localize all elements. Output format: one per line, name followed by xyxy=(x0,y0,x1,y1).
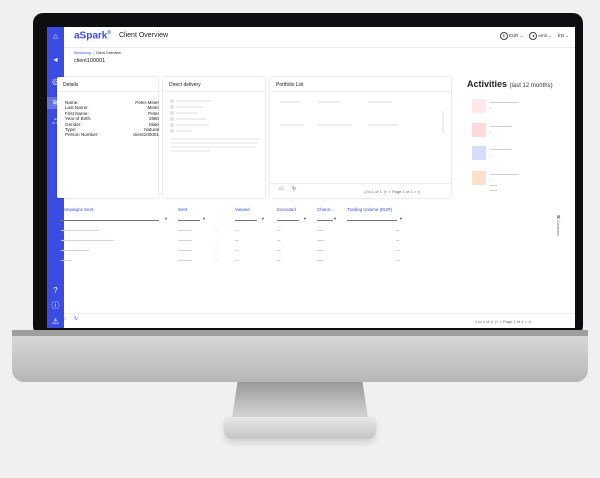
filter-executed[interactable] xyxy=(277,215,299,221)
col-header-campaign[interactable]: Campaigns Sent xyxy=(60,207,93,212)
col-header-executed[interactable]: Executed xyxy=(277,207,296,212)
channel-dot xyxy=(170,99,174,103)
header-controls: $ EUR ⌄ ● emil ⌄ EN ⌄ xyxy=(499,32,569,40)
monitor-stand-base xyxy=(224,417,376,439)
top-bar: aSpark® Client Overview $ EUR ⌄ ● emil ⌄ E… xyxy=(64,27,575,48)
campaigns-pager: 1 to 4 of 4 |< < Page 1 of 1 > >| xyxy=(475,319,532,324)
monitor-chin-edge xyxy=(12,330,588,336)
filter-menu-icon[interactable]: ▼ xyxy=(202,216,206,221)
activity-label: ▬▬▬▬▬▬ xyxy=(490,124,512,128)
table-row[interactable]: ▬▬▬▬▬▬▬▬▬▬▬ ▬▬▬▬ ▭ ▬ ▬ ▬▬ ▬ xyxy=(59,226,405,234)
filter-menu-icon[interactable]: ▼ xyxy=(333,216,337,221)
currency-selector[interactable]: $ EUR ⌄ xyxy=(499,32,523,40)
col-header-trading-volume[interactable]: Trading Volume (EUR) xyxy=(347,207,392,212)
col-header-channel[interactable]: Chann... xyxy=(317,207,334,212)
detail-label: Person Number: xyxy=(65,132,99,138)
channel-dot xyxy=(170,117,174,121)
activity-label: ▬▬ ▪ xyxy=(490,183,502,187)
filter-menu-icon[interactable]: ▼ xyxy=(164,216,168,221)
export-icon[interactable]: ▭ xyxy=(61,316,66,322)
user-icon: ● xyxy=(529,32,538,40)
activity-tile[interactable] xyxy=(472,171,486,185)
portfolio-card: Portfolio List ▭ ↻ 1 to 1 of 1 |< < Page… xyxy=(270,77,451,198)
activity-value: ▪ xyxy=(490,177,492,182)
breadcrumb-parent[interactable]: Monitoring xyxy=(74,51,91,55)
activity-label: ▬▬▬▬▬▬ xyxy=(490,147,512,151)
col-header-viewed[interactable]: Viewed xyxy=(235,207,250,212)
help-icon[interactable]: ? xyxy=(47,285,64,297)
columns-tab[interactable]: ▦ Columns xyxy=(556,214,561,236)
filter-menu-icon[interactable]: ▼ xyxy=(261,216,265,221)
export-icon[interactable]: ▭ xyxy=(279,186,284,192)
table-row[interactable]: ▬▬▬▬▬▬▬▬▬▬▬▬▬▬▬ ▬▬▬▬ ▭ ▬ ▬ ▬▬ ▬ xyxy=(59,236,405,244)
direct-delivery-card: Direct delivery xyxy=(163,77,265,198)
filter-campaign[interactable] xyxy=(60,215,159,221)
direct-delivery-title: Direct delivery xyxy=(169,82,201,88)
channel-dot xyxy=(170,105,174,109)
breadcrumb: Monitoring | Client Overview xyxy=(74,51,121,55)
app-screen: ⌂ ◂ ◎ ≋ ஃ ? ⓘ ⚠ aSpark® Client Overview … xyxy=(47,27,575,328)
filter-menu-icon[interactable]: ▼ xyxy=(303,216,307,221)
activities-title: Activities (last 12 months) xyxy=(467,79,553,89)
filter-menu-icon[interactable]: ▼ xyxy=(399,216,403,221)
activity-tile[interactable] xyxy=(472,123,486,137)
activity-value: ▪ xyxy=(490,106,492,111)
filter-viewed[interactable] xyxy=(235,215,257,221)
channel-dot xyxy=(170,123,174,127)
user-menu[interactable]: ● emil ⌄ xyxy=(529,32,552,40)
megaphone-icon[interactable]: ◂ xyxy=(47,54,64,66)
language-selector[interactable]: EN ⌄ xyxy=(558,33,569,39)
filter-sent[interactable] xyxy=(178,215,200,221)
table-row[interactable]: ▬▬▬ ▬▬▬▬ ▭ ▬ ▬ ▬▬ ▬ xyxy=(59,256,405,264)
filter-channel[interactable] xyxy=(317,215,333,221)
info-icon[interactable]: ⓘ xyxy=(47,300,64,312)
monitor-stand-neck xyxy=(232,382,368,418)
detail-value: client100001 xyxy=(132,132,159,138)
activity-label: ▬▬▬▬▬▬▬▬ xyxy=(490,100,519,104)
channel-dot xyxy=(170,129,174,133)
breadcrumb-current: Client Overview xyxy=(95,51,121,55)
history-icon[interactable]: ↻ xyxy=(74,316,78,322)
details-card: Details Name: Peter Meier Last Name: Meier F… xyxy=(57,77,159,198)
history-icon[interactable]: ↻ xyxy=(292,186,296,192)
app-title: Client Overview xyxy=(119,32,169,39)
activity-label: ▬▬ ▪ xyxy=(490,188,502,192)
monitor-chin xyxy=(12,330,588,382)
activity-value: ▪ xyxy=(490,130,492,135)
col-header-sent[interactable]: Sent xyxy=(178,207,187,212)
table-row[interactable]: ▬▬▬▬▬▬▬▬ ▬▬▬▬ ▭ ▬ ▬ ▬▬ ▬ xyxy=(59,246,405,254)
activity-tile[interactable] xyxy=(472,146,486,160)
portfolio-pager: 1 to 1 of 1 |< < Page 1 of 1 > >| xyxy=(364,189,421,194)
portfolio-title: Portfolio List xyxy=(276,82,304,88)
client-id: client100001 xyxy=(74,58,106,64)
app-logo[interactable]: aSpark® xyxy=(74,30,111,41)
activity-label: ▬▬▬▬▬▬▬▬ xyxy=(490,172,519,176)
currency-icon: $ xyxy=(499,32,508,40)
activity-tile[interactable] xyxy=(472,99,486,113)
details-title: Details xyxy=(63,82,79,88)
activity-value: ▪ xyxy=(490,153,492,158)
home-icon[interactable]: ⌂ xyxy=(47,31,64,43)
filter-trading-volume[interactable] xyxy=(347,215,397,221)
channel-dot xyxy=(170,111,174,115)
